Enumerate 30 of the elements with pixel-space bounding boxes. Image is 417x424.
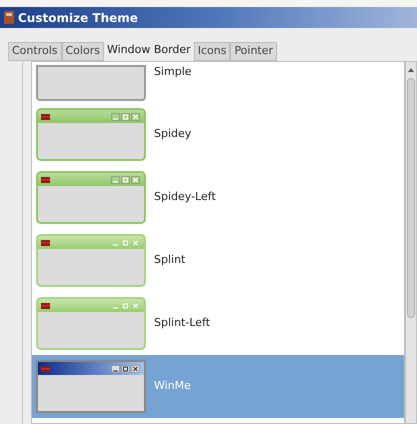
theme-name: Splint-Left: [154, 315, 210, 332]
theme-row[interactable]: Splint: [32, 229, 404, 292]
tab[interactable]: Colors: [62, 42, 104, 61]
theme-name: Spidey: [154, 126, 192, 142]
window-icon: [41, 114, 50, 120]
tab[interactable]: Controls: [8, 42, 62, 61]
tab[interactable]: Pointer: [230, 42, 278, 61]
theme-row[interactable]: Splint-Left: [32, 292, 404, 355]
window-title: Customize Theme: [18, 10, 138, 26]
theme-name: WinMe: [154, 378, 191, 394]
theme-name: Splint: [154, 252, 186, 268]
window-controls-icon: [111, 112, 141, 120]
theme-name: Simple: [154, 64, 192, 80]
window-controls-icon: [111, 176, 141, 184]
scrollbar[interactable]: [405, 61, 417, 424]
scroll-thumb[interactable]: [407, 78, 415, 318]
scroll-up-icon[interactable]: [407, 66, 415, 74]
window-icon: [41, 366, 50, 372]
app-icon: [4, 11, 14, 24]
tab[interactable]: Icons: [194, 42, 230, 61]
window-controls-icon: [111, 238, 141, 246]
window-icon: [41, 176, 50, 182]
theme-row[interactable]: Spidey: [32, 103, 404, 166]
theme-name: Spidey-Left: [154, 189, 216, 206]
window-icon: [41, 240, 50, 246]
theme-row[interactable]: Spidey-Left: [32, 166, 404, 229]
window-controls-icon: [111, 302, 141, 310]
theme-row[interactable]: Simple: [32, 62, 404, 103]
window-controls-icon: [111, 364, 141, 372]
window-icon: [41, 302, 50, 308]
